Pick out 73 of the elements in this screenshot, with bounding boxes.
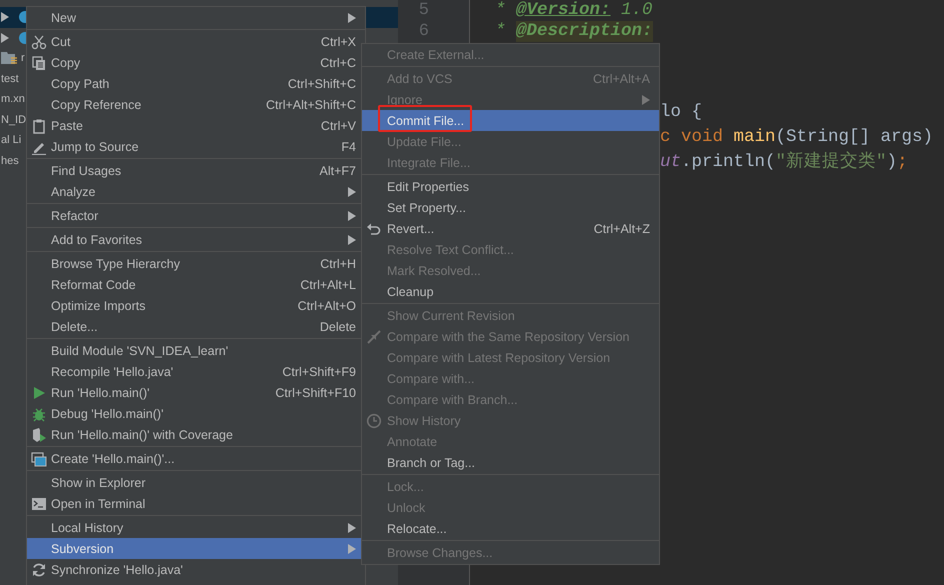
menu-item[interactable]: Reformat Code Ctrl+Alt+L (27, 274, 365, 295)
menu-item[interactable]: Copy Reference Ctrl+Alt+Shift+C (27, 94, 365, 115)
menu-item[interactable]: New (27, 7, 365, 28)
menu-item[interactable]: Cleanup (362, 281, 659, 302)
shortcut-text: Ctrl+H (320, 256, 356, 270)
menu-item[interactable]: Copy Ctrl+C (27, 52, 365, 73)
menu-item[interactable]: Branch or Tag... (362, 452, 659, 473)
code-line: ut.println("新建提交类"); (660, 150, 909, 174)
shortcut-text: Ctrl+C (320, 56, 356, 70)
tree-item-label[interactable]: test (1, 72, 19, 85)
folder-icon (1, 51, 18, 66)
tree-item-label[interactable]: N_ID (1, 114, 26, 126)
tree-item-label[interactable]: r (21, 52, 25, 64)
menu-item[interactable]: Add to Favorites (27, 229, 365, 250)
menu-item[interactable]: Revert... Ctrl+Alt+Z (362, 218, 659, 239)
menu-item[interactable]: Find Usages Alt+F7 (27, 160, 365, 181)
code-line: c void main(String[] args) (660, 126, 934, 149)
menu-item[interactable]: Delete... Delete (27, 316, 365, 337)
menu-item[interactable]: Edit Properties (362, 176, 659, 197)
code-line: * @Description: (495, 21, 654, 42)
sync-icon (31, 562, 47, 578)
menu-item[interactable]: Recompile 'Hello.java' Ctrl+Shift+F9 (27, 361, 365, 382)
shortcut-text: Ctrl+V (320, 118, 356, 132)
terminal-icon (31, 496, 47, 512)
tree-item-label[interactable]: hes (1, 154, 19, 167)
play-icon (31, 384, 47, 400)
shortcut-text: F4 (341, 140, 356, 154)
window-icon (31, 450, 47, 466)
menu-item[interactable]: Paste Ctrl+V (27, 115, 365, 136)
code-line: * @Version: 1.0 (495, 0, 654, 21)
bug-icon (31, 406, 47, 422)
code-line: lo { (660, 101, 704, 124)
scissors-icon (31, 34, 47, 50)
shortcut-text: Ctrl+Shift+F10 (275, 386, 356, 400)
menu-item[interactable]: Commit File... (362, 110, 659, 131)
shortcut-text: Ctrl+X (320, 34, 356, 48)
menu-item[interactable]: Refactor (27, 205, 365, 226)
menu-item[interactable]: Browse Type Hierarchy Ctrl+H (27, 253, 365, 274)
menu-item[interactable]: Run 'Hello.main()' Ctrl+Shift+F10 (27, 382, 365, 403)
menu-item[interactable]: Set Property... (362, 197, 659, 218)
expand-arrow-icon[interactable] (1, 32, 9, 43)
shortcut-text: Ctrl+Alt+O (298, 298, 356, 312)
shortcut-text: Ctrl+Alt+Z (594, 222, 650, 236)
shortcut-text: Ctrl+Alt+A (593, 72, 650, 86)
shortcut-text: Delete (320, 320, 356, 334)
menu-item[interactable]: Relocate... (362, 518, 659, 539)
menu-item[interactable]: Copy Path Ctrl+Shift+C (27, 73, 365, 94)
menu-item[interactable]: Cut Ctrl+X (27, 31, 365, 52)
shield-play-icon (31, 426, 47, 442)
arrows-icon (366, 328, 382, 344)
menu-item[interactable]: Synchronize 'Hello.java' (27, 559, 365, 580)
menu-item[interactable]: Local History (27, 517, 365, 538)
shortcut-text: Alt+F7 (320, 164, 356, 178)
tree-item-label[interactable]: m.xn (1, 93, 25, 106)
menu-item[interactable]: Run 'Hello.main()' with Coverage (27, 424, 365, 445)
shortcut-text: Ctrl+Shift+F9 (282, 364, 356, 378)
shortcut-text: Ctrl+Alt+L (300, 278, 356, 292)
copy-icon (31, 54, 47, 70)
menu-item[interactable]: Open in Terminal (27, 493, 365, 514)
undo-icon (366, 220, 382, 236)
tree-item-label[interactable]: al Li (1, 134, 22, 146)
clipboard-icon (31, 118, 47, 134)
menu-item[interactable]: Analyze (27, 181, 365, 202)
menu-item[interactable]: Show in Explorer (27, 472, 365, 493)
menu-item[interactable]: Jump to Source F4 (27, 136, 365, 157)
expand-arrow-icon[interactable] (1, 12, 9, 22)
menu-item[interactable]: Debug 'Hello.main()' (27, 403, 365, 424)
shortcut-text: Ctrl+Shift+C (288, 76, 356, 90)
menu-item[interactable]: Optimize Imports Ctrl+Alt+O (27, 295, 365, 316)
clock-icon (366, 412, 382, 428)
shortcut-text: Ctrl+Alt+Shift+C (266, 98, 356, 112)
menu-item[interactable]: Build Module 'SVN_IDEA_learn' (27, 340, 365, 361)
menu-item[interactable]: Create 'Hello.main()'... (27, 448, 365, 469)
